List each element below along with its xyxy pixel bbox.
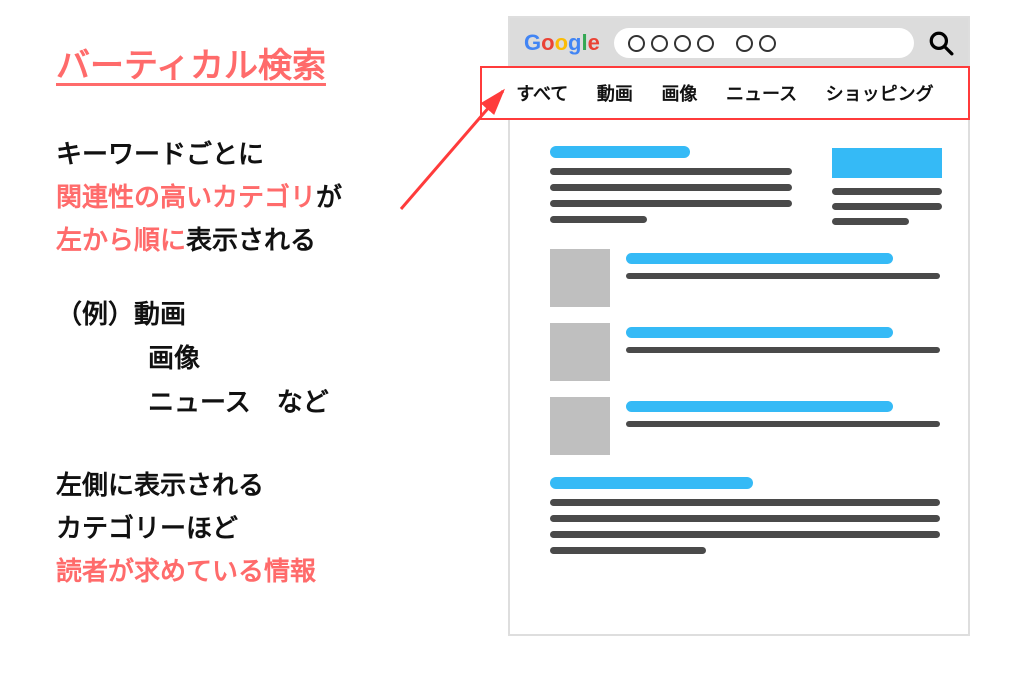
placeholder-line	[550, 499, 940, 506]
result-title-placeholder	[626, 401, 893, 412]
tab-image[interactable]: 画像	[661, 80, 697, 106]
tab-news[interactable]: ニュース	[726, 80, 797, 106]
tab-all[interactable]: すべて	[516, 80, 568, 106]
placeholder-line	[626, 421, 940, 427]
placeholder-line	[626, 273, 940, 279]
placeholder-circle-icon	[674, 35, 691, 52]
placeholder-circle-icon	[759, 35, 776, 52]
result-title-placeholder	[550, 146, 690, 158]
thumbnail-placeholder	[550, 323, 610, 381]
desc-line-2: 関連性の高いカテゴリが	[56, 176, 456, 219]
placeholder-line	[832, 203, 942, 210]
placeholder-line	[550, 216, 647, 223]
title: バーティカル検索	[56, 38, 456, 87]
example-line-3: ニュース など	[56, 380, 456, 424]
google-logo: Google	[524, 30, 600, 56]
media-row	[550, 323, 940, 381]
result-item	[550, 477, 940, 554]
placeholder-line	[550, 168, 792, 175]
explanation-panel: バーティカル検索 キーワードごとに 関連性の高いカテゴリが 左から順に表示される…	[56, 38, 456, 593]
placeholder-line	[832, 218, 909, 225]
placeholder-line	[550, 547, 706, 554]
placeholder-line	[550, 184, 792, 191]
search-icon[interactable]	[928, 30, 954, 56]
description: キーワードごとに 関連性の高いカテゴリが 左から順に表示される	[56, 133, 456, 262]
placeholder-circle-icon	[697, 35, 714, 52]
bottom-line-3: 読者が求めている情報	[56, 550, 456, 593]
result-title-placeholder	[550, 477, 753, 489]
search-bar: Google	[510, 18, 968, 68]
media-results	[550, 249, 940, 455]
knowledge-panel	[832, 148, 942, 233]
tab-video[interactable]: 動画	[597, 80, 633, 106]
example-line-2: 画像	[56, 336, 456, 380]
tab-shopping[interactable]: ショッピング	[826, 80, 934, 106]
media-row	[550, 249, 940, 307]
search-mockup: Google すべて 動画 画像 ニュース ショッピング	[508, 16, 970, 636]
vertical-tabs: すべて 動画 画像 ニュース ショッピング	[480, 66, 970, 120]
search-input[interactable]	[614, 28, 914, 58]
result-title-placeholder	[626, 253, 893, 264]
example-block: （例）動画 画像 ニュース など	[56, 292, 456, 425]
media-row	[550, 397, 940, 455]
placeholder-line	[550, 515, 940, 522]
result-item	[550, 146, 792, 223]
placeholder-line	[550, 200, 792, 207]
thumbnail-placeholder	[550, 249, 610, 307]
result-title-placeholder	[626, 327, 893, 338]
desc-line-1: キーワードごとに	[56, 133, 456, 176]
placeholder-circle-icon	[651, 35, 668, 52]
placeholder-line	[626, 347, 940, 353]
bottom-line-2: カテゴリーほど	[56, 507, 456, 550]
placeholder-circle-icon	[628, 35, 645, 52]
panel-header	[832, 148, 942, 178]
placeholder-line	[832, 188, 942, 195]
search-results	[510, 68, 968, 590]
bottom-line-1: 左側に表示される	[56, 464, 456, 507]
bottom-block: 左側に表示される カテゴリーほど 読者が求めている情報	[56, 464, 456, 593]
example-line-1: （例）動画	[56, 292, 456, 336]
desc-line-3: 左から順に表示される	[56, 219, 456, 262]
placeholder-circle-icon	[736, 35, 753, 52]
thumbnail-placeholder	[550, 397, 610, 455]
placeholder-line	[550, 531, 940, 538]
